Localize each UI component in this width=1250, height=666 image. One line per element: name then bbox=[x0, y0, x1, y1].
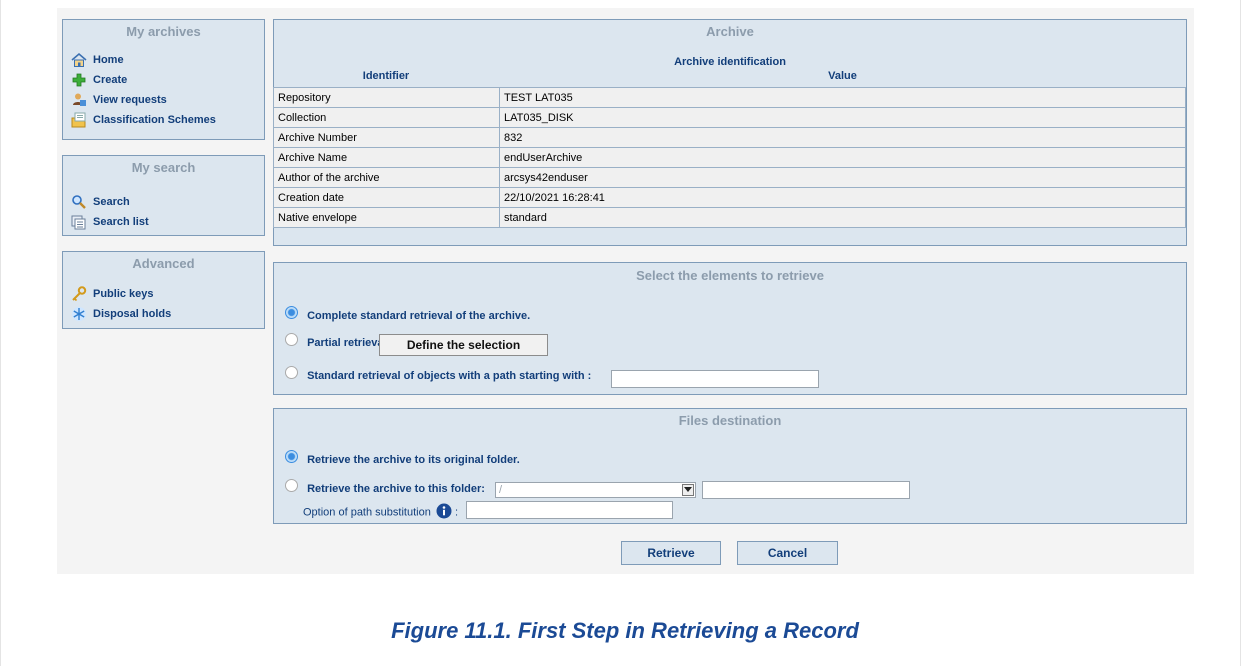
this-folder-label: Retrieve the archive to this folder: bbox=[307, 483, 485, 496]
sidebar-item-disposal-holds[interactable]: Disposal holds bbox=[63, 304, 264, 324]
table-row: Archive Number 832 bbox=[273, 127, 1186, 148]
original-folder-label: Retrieve the archive to its original fol… bbox=[307, 454, 520, 467]
value-cell: arcsys42enduser bbox=[499, 167, 1186, 188]
sidebar-item-public-keys[interactable]: Public keys bbox=[63, 284, 264, 304]
figure-caption: Figure 11.1. First Step in Retrieving a … bbox=[391, 618, 859, 643]
partial-retrieval-radio[interactable] bbox=[285, 333, 298, 346]
archive-identification-table: Repository TEST LAT035 Collection LAT035_D… bbox=[273, 87, 1186, 228]
value-cell: LAT035_DISK bbox=[499, 107, 1186, 128]
sidebar-item-label: Search list bbox=[93, 216, 149, 228]
sidebar-item-label: Home bbox=[93, 54, 124, 66]
table-row: Collection LAT035_DISK bbox=[273, 107, 1186, 128]
identifier-cell: Native envelope bbox=[273, 207, 500, 228]
define-selection-button[interactable]: Define the selection bbox=[379, 334, 548, 356]
complete-retrieval-radio[interactable] bbox=[285, 306, 298, 319]
folder-select-value: / bbox=[499, 484, 503, 496]
value-cell: endUserArchive bbox=[499, 147, 1186, 168]
colon-separator: : bbox=[454, 506, 458, 519]
archive-title: Archive bbox=[706, 24, 754, 39]
sidebar-item-home[interactable]: Home bbox=[63, 50, 264, 70]
identifier-cell: Creation date bbox=[273, 187, 500, 208]
files-destination-title: Files destination bbox=[678, 413, 782, 428]
table-row: Archive Name endUserArchive bbox=[273, 147, 1186, 168]
home-icon bbox=[71, 52, 87, 68]
advanced-panel: Advanced Public keys Disposal holds bbox=[62, 251, 265, 329]
archive-identification-title: Archive identification bbox=[674, 56, 786, 68]
option-partial-retrieval[interactable]: Partial retrieval. bbox=[285, 333, 390, 350]
table-row: Native envelope standard bbox=[273, 207, 1186, 228]
table-row: Creation date 22/10/2021 16:28:41 bbox=[273, 187, 1186, 208]
path-substitution-label: Option of path substitution bbox=[303, 506, 431, 519]
my-archives-panel: My archives Home Create View requests Cl… bbox=[62, 19, 265, 140]
page-frame-right bbox=[1240, 0, 1241, 666]
value-column-header: Value bbox=[828, 70, 857, 82]
plus-icon bbox=[71, 72, 87, 88]
sidebar-item-label: Classification Schemes bbox=[93, 114, 216, 126]
path-substitution-input[interactable] bbox=[466, 501, 673, 519]
folder-icon bbox=[71, 112, 87, 128]
table-row: Repository TEST LAT035 bbox=[273, 87, 1186, 108]
option-path-retrieval[interactable]: Standard retrieval of objects with a pat… bbox=[285, 366, 592, 383]
list-icon bbox=[71, 214, 87, 230]
advanced-title: Advanced bbox=[132, 256, 195, 271]
identifier-cell: Archive Number bbox=[273, 127, 500, 148]
my-search-panel: My search Search Search list bbox=[62, 155, 265, 236]
this-folder-radio[interactable] bbox=[285, 479, 298, 492]
sidebar-item-search[interactable]: Search bbox=[63, 192, 264, 212]
chevron-down-icon[interactable] bbox=[682, 484, 694, 496]
identifier-cell: Author of the archive bbox=[273, 167, 500, 188]
sidebar-item-label: Disposal holds bbox=[93, 308, 172, 320]
sidebar-item-view-requests[interactable]: View requests bbox=[63, 90, 264, 110]
sidebar-item-create[interactable]: Create bbox=[63, 70, 264, 90]
folder-select[interactable]: / bbox=[495, 482, 696, 498]
identifier-cell: Archive Name bbox=[273, 147, 500, 168]
table-row: Author of the archive arcsys42enduser bbox=[273, 167, 1186, 188]
key-icon bbox=[71, 286, 87, 302]
info-icon[interactable] bbox=[436, 503, 452, 522]
option-original-folder[interactable]: Retrieve the archive to its original fol… bbox=[285, 450, 520, 467]
original-folder-radio[interactable] bbox=[285, 450, 298, 463]
requests-icon bbox=[71, 92, 87, 108]
sidebar-item-label: Create bbox=[93, 74, 128, 86]
sidebar-item-classification-schemes[interactable]: Classification Schemes bbox=[63, 110, 264, 130]
sidebar-item-label: View requests bbox=[93, 94, 167, 106]
identifier-cell: Collection bbox=[273, 107, 500, 128]
partial-retrieval-label: Partial retrieval. bbox=[307, 337, 390, 350]
my-search-title: My search bbox=[131, 160, 196, 175]
magnifier-icon bbox=[71, 194, 87, 210]
sidebar-item-label: Search bbox=[93, 196, 130, 208]
retrieve-elements-title: Select the elements to retrieve bbox=[636, 268, 824, 283]
snowflake-icon bbox=[71, 306, 87, 322]
value-cell: 832 bbox=[499, 127, 1186, 148]
path-retrieval-radio[interactable] bbox=[285, 366, 298, 379]
path-retrieval-label: Standard retrieval of objects with a pat… bbox=[307, 370, 592, 383]
option-complete-retrieval[interactable]: Complete standard retrieval of the archi… bbox=[285, 306, 531, 323]
path-prefix-input[interactable] bbox=[611, 370, 819, 388]
value-cell: standard bbox=[499, 207, 1186, 228]
cancel-button[interactable]: Cancel bbox=[737, 541, 838, 565]
retrieve-button[interactable]: Retrieve bbox=[621, 541, 721, 565]
folder-path-input[interactable] bbox=[702, 481, 910, 499]
identifier-column-header: Identifier bbox=[362, 70, 410, 82]
value-cell: TEST LAT035 bbox=[499, 87, 1186, 108]
sidebar-item-search-list[interactable]: Search list bbox=[63, 212, 264, 232]
sidebar-item-label: Public keys bbox=[93, 288, 154, 300]
complete-retrieval-label: Complete standard retrieval of the archi… bbox=[307, 310, 531, 323]
my-archives-title: My archives bbox=[126, 24, 201, 39]
identifier-cell: Repository bbox=[273, 87, 500, 108]
path-substitution-row: Option of path substitution : bbox=[303, 503, 458, 522]
page-frame-left bbox=[0, 0, 1, 666]
option-this-folder[interactable]: Retrieve the archive to this folder: bbox=[285, 479, 485, 496]
value-cell: 22/10/2021 16:28:41 bbox=[499, 187, 1186, 208]
